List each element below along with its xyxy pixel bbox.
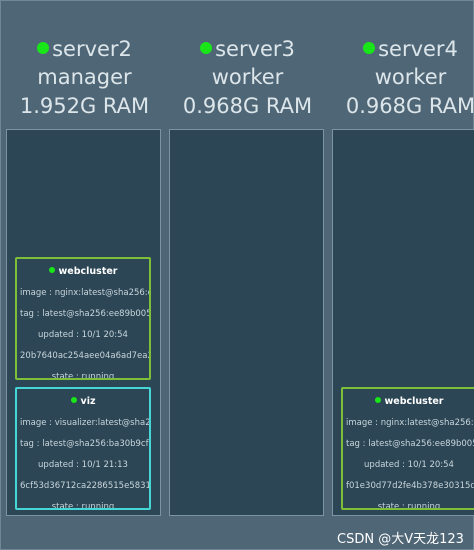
csdn-watermark: CSDN @大V天龙123	[337, 532, 464, 547]
hostname-label: server3	[215, 37, 295, 61]
node-header: server4 worker 0.968G RAM	[332, 1, 474, 121]
service-card-webcluster[interactable]: webcluster image : nginx:latest@sha256:e…	[15, 257, 151, 380]
status-dot-icon	[374, 397, 381, 403]
service-image: image : nginx:latest@sha256:ee89	[346, 418, 474, 428]
service-updated: updated : 10/1 21:13	[38, 460, 128, 470]
node-slot-server4: webcluster image : nginx:latest@sha256:e…	[332, 129, 474, 516]
node-hostname: server2	[6, 35, 163, 63]
service-tag: tag : latest@sha256:ba30b9cfbd2a	[20, 439, 149, 449]
service-tag: tag : latest@sha256:ee89b00528ff	[20, 309, 151, 319]
service-state: state : running	[51, 502, 115, 510]
hostname-label: server4	[378, 37, 458, 61]
service-name: webcluster	[58, 266, 118, 277]
node-header: server3 worker 0.968G RAM	[169, 1, 326, 121]
node-ram: 0.968G RAM	[182, 94, 313, 118]
service-name: webcluster	[384, 396, 444, 407]
node-header: server2 manager 1.952G RAM	[6, 1, 163, 121]
node-role: manager	[37, 65, 132, 89]
node-column-server4: server4 worker 0.968G RAM	[332, 1, 474, 121]
status-dot-icon	[70, 397, 77, 403]
service-title: webcluster	[343, 396, 474, 407]
status-dot-icon	[48, 267, 55, 273]
node-hostname: server4	[332, 35, 474, 63]
service-tag: tag : latest@sha256:ee89b00528ff	[346, 439, 474, 449]
node-role: worker	[211, 65, 284, 89]
service-name: viz	[80, 396, 96, 407]
service-title: viz	[17, 396, 149, 407]
node-column-server2: server2 manager 1.952G RAM	[6, 1, 163, 121]
node-role: worker	[374, 65, 447, 89]
service-state: state : running	[377, 502, 441, 510]
service-card-webcluster[interactable]: webcluster image : nginx:latest@sha256:e…	[341, 387, 474, 510]
hostname-label: server2	[52, 37, 132, 61]
service-state: state : running	[51, 372, 115, 380]
service-title: webcluster	[17, 266, 149, 277]
node-column-server3: server3 worker 0.968G RAM	[169, 1, 326, 121]
service-card-viz[interactable]: viz image : visualizer:latest@sha256:b t…	[15, 387, 151, 510]
service-updated: updated : 10/1 20:54	[38, 330, 128, 340]
status-dot-icon	[37, 42, 50, 54]
service-updated: updated : 10/1 20:54	[364, 460, 454, 470]
node-ram: 0.968G RAM	[345, 94, 474, 118]
visualizer-frame: server2 manager 1.952G RAM webcluster im…	[0, 0, 474, 550]
node-slot-server3	[169, 129, 324, 516]
service-id: f01e30d77d2fe4b378e30315dce9	[346, 481, 474, 491]
status-dot-icon	[363, 42, 376, 54]
node-slot-server2: webcluster image : nginx:latest@sha256:e…	[6, 129, 161, 516]
node-hostname: server3	[169, 35, 326, 63]
service-image: image : nginx:latest@sha256:ee89	[20, 288, 149, 298]
service-id: 6cf53d36712ca2286515e58316033	[20, 481, 151, 491]
status-dot-icon	[200, 42, 213, 54]
node-ram: 1.952G RAM	[19, 94, 150, 118]
service-id: 20b7640ac254aee04a6ad7ea25db	[20, 351, 149, 361]
service-image: image : visualizer:latest@sha256:b	[20, 418, 151, 428]
